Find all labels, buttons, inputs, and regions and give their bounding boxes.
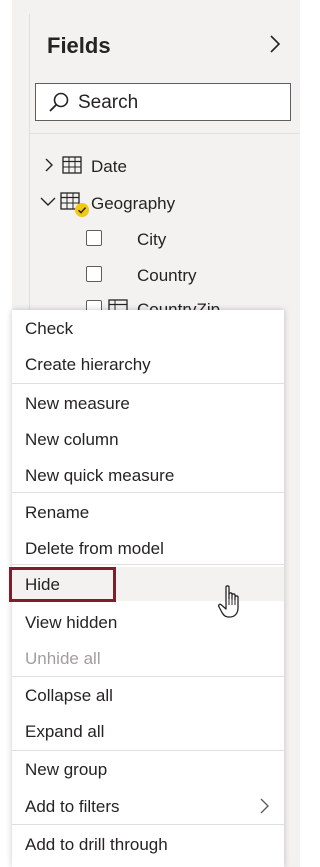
hand-pointer-icon xyxy=(217,585,239,618)
tree-field-country[interactable]: Country xyxy=(86,263,276,289)
menu-item-label: New quick measure xyxy=(25,466,175,485)
hide-highlight-box xyxy=(9,567,116,602)
menu-item-label: New column xyxy=(25,430,119,449)
menu-item-label: View hidden xyxy=(25,613,118,632)
search-input[interactable]: Search xyxy=(35,83,291,121)
menu-item-rename[interactable]: Rename xyxy=(12,495,284,529)
menu-item-label: Unhide all xyxy=(25,649,101,668)
menu-item-add-to-filters[interactable]: Add to filters xyxy=(12,789,284,823)
chevron-right-icon[interactable] xyxy=(265,32,285,56)
menu-separator xyxy=(12,676,284,677)
menu-item-label: Add to drill through xyxy=(25,835,168,854)
menu-item-label: Collapse all xyxy=(25,686,113,705)
chevron-down-icon[interactable] xyxy=(40,194,56,208)
app-root: Fields Search Date Geography City Countr… xyxy=(0,0,300,867)
menu-item-new-measure[interactable]: New measure xyxy=(12,386,284,420)
tree-table-label: Geography xyxy=(91,194,176,213)
menu-item-label: Create hierarchy xyxy=(25,355,151,374)
menu-item-collapse-all[interactable]: Collapse all xyxy=(12,678,284,712)
menu-item-new-quick-measure[interactable]: New quick measure xyxy=(12,458,284,492)
search-divider xyxy=(29,133,300,134)
checked-badge-icon xyxy=(75,203,89,217)
menu-separator xyxy=(12,383,284,384)
table-icon xyxy=(62,156,82,174)
tree-field-label: Country xyxy=(137,266,197,285)
menu-item-label: Delete from model xyxy=(25,539,164,558)
menu-item-label: Rename xyxy=(25,503,90,522)
menu-separator xyxy=(12,824,284,825)
menu-item-delete-from-model[interactable]: Delete from model xyxy=(12,531,284,565)
chevron-right-icon[interactable] xyxy=(42,157,56,173)
menu-item-label: Add to filters xyxy=(25,797,120,816)
menu-item-new-group[interactable]: New group xyxy=(12,752,284,786)
menu-item-label: Expand all xyxy=(25,722,105,741)
field-checkbox[interactable] xyxy=(86,266,102,282)
menu-separator xyxy=(12,564,284,565)
menu-item-new-column[interactable]: New column xyxy=(12,422,284,456)
menu-item-check[interactable]: Check xyxy=(12,311,284,345)
menu-item-label: New group xyxy=(25,760,108,779)
fields-pane-title: Fields xyxy=(47,33,111,58)
tree-field-label: City xyxy=(137,230,167,249)
menu-item-label: Check xyxy=(25,319,74,338)
tree-field-city[interactable]: City xyxy=(86,227,276,253)
tree-table-label: Date xyxy=(91,157,127,176)
menu-item-create-hierarchy[interactable]: Create hierarchy xyxy=(12,347,284,381)
field-checkbox[interactable] xyxy=(86,230,102,246)
menu-separator xyxy=(12,492,284,493)
search-placeholder: Search xyxy=(78,92,139,113)
menu-item-unhide-all: Unhide all xyxy=(12,641,284,675)
menu-separator xyxy=(12,750,284,751)
search-icon xyxy=(49,92,69,112)
menu-item-label: New measure xyxy=(25,394,130,413)
tree-table-date[interactable]: Date xyxy=(42,154,282,180)
chevron-right-icon xyxy=(260,798,269,814)
menu-item-add-to-drill-through[interactable]: Add to drill through xyxy=(12,827,284,861)
menu-item-expand-all[interactable]: Expand all xyxy=(12,714,284,748)
tree-table-geography[interactable]: Geography xyxy=(40,191,280,217)
